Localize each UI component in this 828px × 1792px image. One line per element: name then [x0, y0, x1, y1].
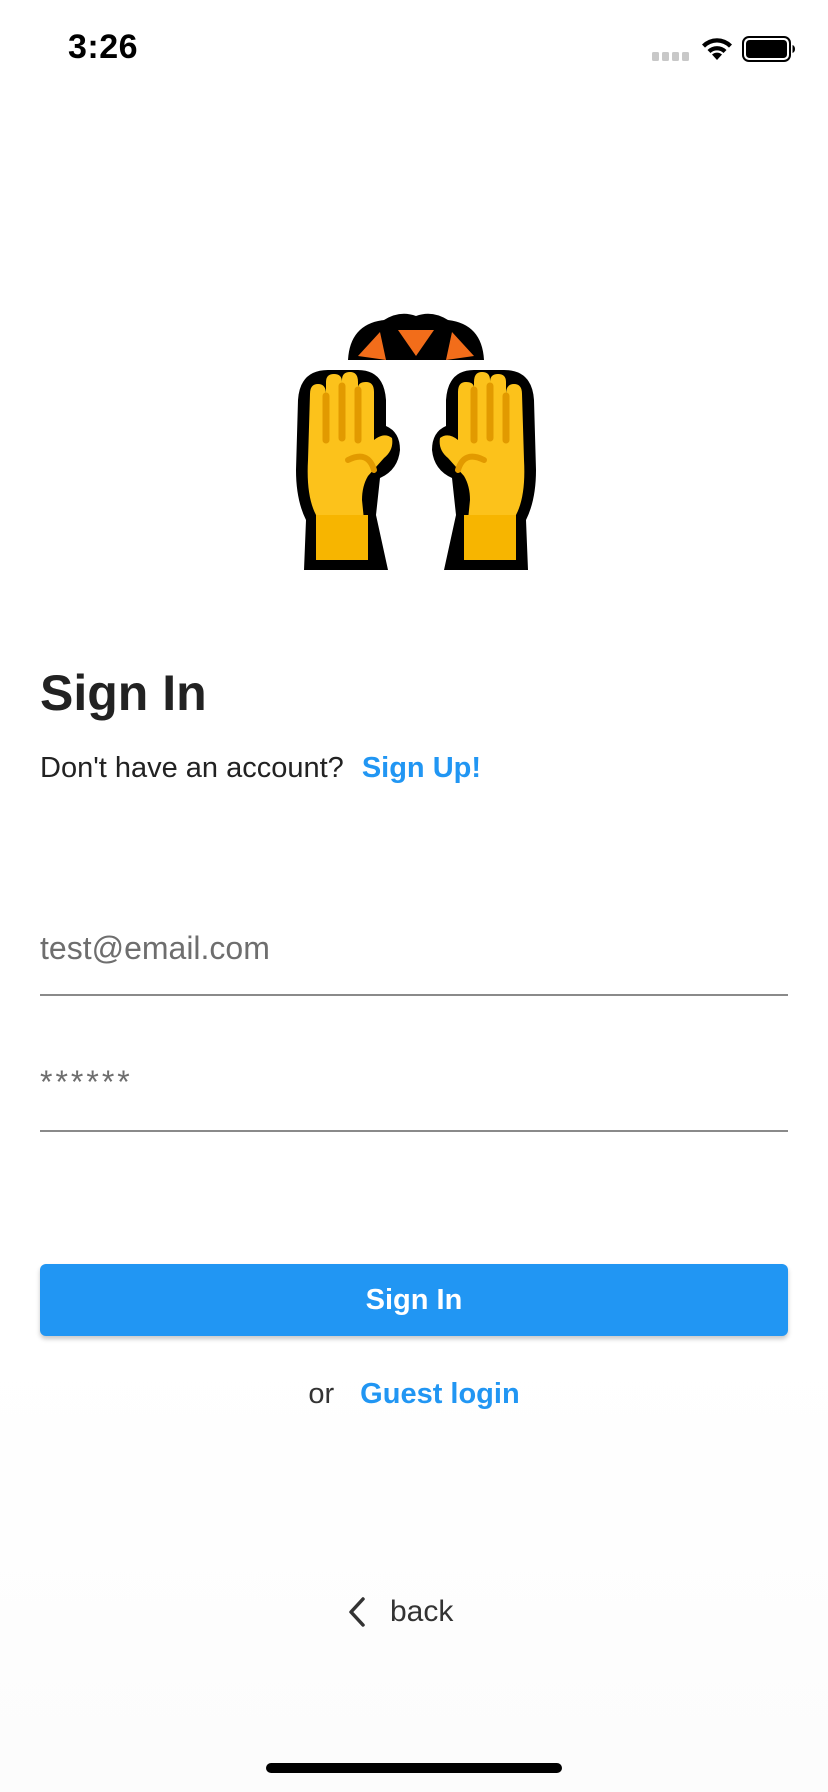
guest-login-link[interactable]: Guest login — [360, 1378, 520, 1410]
signup-link[interactable]: Sign Up! — [362, 752, 481, 785]
guest-login-row: or Guest login — [0, 1378, 828, 1411]
wifi-icon — [702, 38, 732, 60]
status-bar: 3:26 — [0, 0, 828, 100]
signin-screen: 3:26 Sign In Don't have an account? Sign… — [0, 0, 828, 1792]
cellular-signal-icon — [652, 52, 689, 61]
email-field[interactable] — [40, 918, 788, 978]
or-label: or — [308, 1378, 335, 1410]
password-field-container — [40, 1052, 788, 1132]
no-account-prompt: Don't have an account? — [40, 752, 344, 784]
signup-prompt-row: Don't have an account? Sign Up! — [40, 752, 481, 785]
raising-hands-icon — [296, 313, 536, 570]
password-field[interactable] — [40, 1052, 788, 1112]
signin-button[interactable]: Sign In — [40, 1264, 788, 1336]
email-field-container — [40, 918, 788, 996]
chevron-left-icon — [349, 1597, 365, 1627]
back-button[interactable]: back — [346, 1590, 453, 1634]
battery-icon — [742, 36, 795, 62]
back-label: back — [390, 1595, 454, 1628]
status-time: 3:26 — [68, 28, 139, 66]
page-title: Sign In — [40, 665, 207, 721]
home-indicator[interactable] — [266, 1763, 562, 1773]
